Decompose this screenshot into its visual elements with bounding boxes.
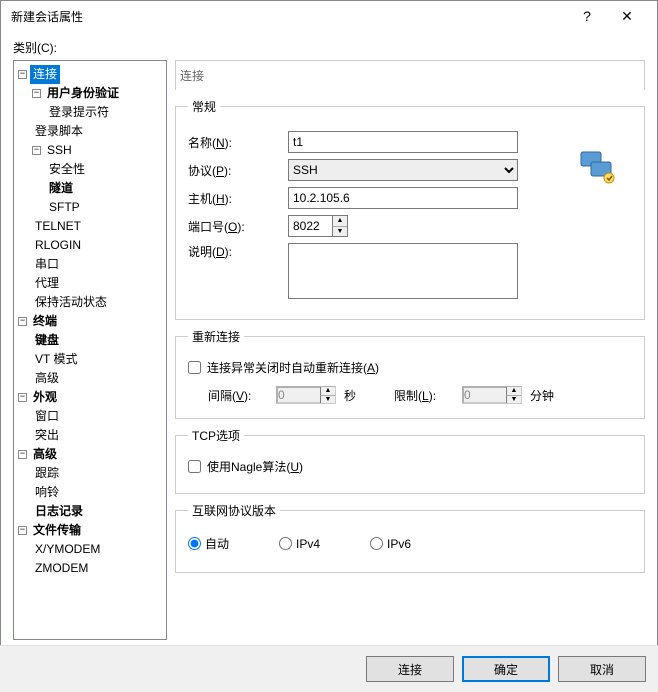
tree-item-vtmode[interactable]: VT 模式 bbox=[32, 350, 80, 369]
tree-item-xymodem[interactable]: X/YMODEM bbox=[32, 540, 103, 559]
tree-item-keepalive[interactable]: 保持活动状态 bbox=[32, 293, 110, 312]
radio-auto[interactable]: 自动 bbox=[188, 535, 229, 552]
port-label: 端口号(O): bbox=[188, 218, 288, 235]
host-label: 主机(H): bbox=[188, 190, 288, 207]
group-reconnect: 重新连接 连接异常关闭时自动重新连接(A) 间隔(V): ▲▼ 秒 限制(L):… bbox=[175, 328, 645, 419]
toggle-icon[interactable] bbox=[18, 70, 27, 79]
desc-textarea[interactable] bbox=[288, 243, 518, 299]
spinner-down-icon[interactable]: ▼ bbox=[332, 227, 347, 237]
spinner-up-icon: ▲ bbox=[506, 387, 521, 396]
tree-item-filetransfer[interactable]: 文件传输 bbox=[30, 521, 84, 540]
limit-label: 限制(L): bbox=[394, 387, 454, 404]
tree-item-keyboard[interactable]: 键盘 bbox=[32, 331, 62, 350]
toggle-icon[interactable] bbox=[18, 450, 27, 459]
cancel-button[interactable]: 取消 bbox=[558, 656, 646, 682]
close-button[interactable]: ✕ bbox=[607, 8, 647, 25]
tree-view[interactable]: 连接 用户身份验证 登录提示符 登录脚本 SSH 安全性 隧道 SFTP bbox=[13, 60, 167, 640]
tree-item-tunnel[interactable]: 隧道 bbox=[46, 179, 76, 198]
button-bar: 连接 确定 取消 bbox=[0, 645, 658, 692]
panel-header: 连接 bbox=[175, 60, 645, 90]
toggle-icon[interactable] bbox=[32, 146, 41, 155]
group-ipversion: 互联网协议版本 自动 IPv4 IPv6 bbox=[175, 502, 645, 573]
tree-item-connection[interactable]: 连接 bbox=[30, 65, 60, 84]
tree-item-serial[interactable]: 串口 bbox=[32, 255, 62, 274]
tree-item-login-script[interactable]: 登录脚本 bbox=[32, 122, 86, 141]
auto-reconnect-checkbox[interactable] bbox=[188, 361, 201, 374]
tree-item-log[interactable]: 日志记录 bbox=[32, 502, 86, 521]
tree-item-zmodem[interactable]: ZMODEM bbox=[32, 559, 91, 578]
protocol-label: 协议(P): bbox=[188, 162, 288, 179]
help-button[interactable]: ? bbox=[567, 8, 607, 24]
tree-item-auth[interactable]: 用户身份验证 bbox=[44, 84, 122, 103]
interval-unit: 秒 bbox=[344, 387, 356, 404]
protocol-select[interactable]: SSH bbox=[288, 159, 518, 181]
tree-item-appearance[interactable]: 外观 bbox=[30, 388, 60, 407]
spinner-up-icon: ▲ bbox=[320, 387, 335, 396]
connect-button[interactable]: 连接 bbox=[366, 656, 454, 682]
toggle-icon[interactable] bbox=[18, 317, 27, 326]
name-input[interactable] bbox=[288, 131, 518, 153]
tree-item-ssh[interactable]: SSH bbox=[44, 141, 75, 160]
tree-item-advanced-term[interactable]: 高级 bbox=[32, 369, 62, 388]
tree-item-sftp[interactable]: SFTP bbox=[46, 198, 83, 217]
tree-item-highlight[interactable]: 突出 bbox=[32, 426, 62, 445]
group-general: 常规 名称(N): 协议(P): SSH 主机(H): 端口号(O): ▲▼ bbox=[175, 98, 645, 320]
tree-item-login-prompt[interactable]: 登录提示符 bbox=[46, 103, 112, 122]
computers-icon bbox=[577, 148, 617, 188]
legend-reconnect: 重新连接 bbox=[188, 328, 244, 345]
spinner-up-icon[interactable]: ▲ bbox=[332, 216, 347, 227]
toggle-icon[interactable] bbox=[18, 393, 27, 402]
spinner-down-icon: ▼ bbox=[506, 396, 521, 404]
legend-tcp: TCP选项 bbox=[188, 427, 244, 444]
tree-item-window[interactable]: 窗口 bbox=[32, 407, 62, 426]
auto-reconnect-label: 连接异常关闭时自动重新连接(A) bbox=[207, 359, 379, 376]
interval-label: 间隔(V): bbox=[208, 387, 268, 404]
desc-label: 说明(D): bbox=[188, 243, 288, 260]
toggle-icon[interactable] bbox=[32, 89, 41, 98]
legend-ipversion: 互联网协议版本 bbox=[188, 502, 280, 519]
tree-item-terminal[interactable]: 终端 bbox=[30, 312, 60, 331]
tree-item-proxy[interactable]: 代理 bbox=[32, 274, 62, 293]
name-label: 名称(N): bbox=[188, 134, 288, 151]
radio-ipv4[interactable]: IPv4 bbox=[279, 537, 320, 551]
nagle-label: 使用Nagle算法(U) bbox=[207, 458, 303, 475]
window-title: 新建会话属性 bbox=[11, 8, 567, 25]
ok-button[interactable]: 确定 bbox=[462, 656, 550, 682]
settings-panel: 连接 常规 名称(N): 协议(P): SSH 主机(H): 端口号(O): bbox=[175, 60, 645, 640]
limit-unit: 分钟 bbox=[530, 387, 554, 404]
tree-item-advanced[interactable]: 高级 bbox=[30, 445, 60, 464]
tree-item-telnet[interactable]: TELNET bbox=[32, 217, 84, 236]
legend-general: 常规 bbox=[188, 98, 220, 115]
radio-ipv6[interactable]: IPv6 bbox=[370, 537, 411, 551]
title-bar: 新建会话属性 ? ✕ bbox=[1, 1, 657, 31]
tree-item-bell[interactable]: 响铃 bbox=[32, 483, 62, 502]
tree-item-security[interactable]: 安全性 bbox=[46, 160, 88, 179]
tree-item-rlogin[interactable]: RLOGIN bbox=[32, 236, 84, 255]
toggle-icon[interactable] bbox=[18, 526, 27, 535]
nagle-checkbox[interactable] bbox=[188, 460, 201, 473]
host-input[interactable] bbox=[288, 187, 518, 209]
category-label: 类别(C): bbox=[13, 39, 645, 56]
tree-item-trace[interactable]: 跟踪 bbox=[32, 464, 62, 483]
group-tcp: TCP选项 使用Nagle算法(U) bbox=[175, 427, 645, 494]
spinner-down-icon: ▼ bbox=[320, 396, 335, 404]
